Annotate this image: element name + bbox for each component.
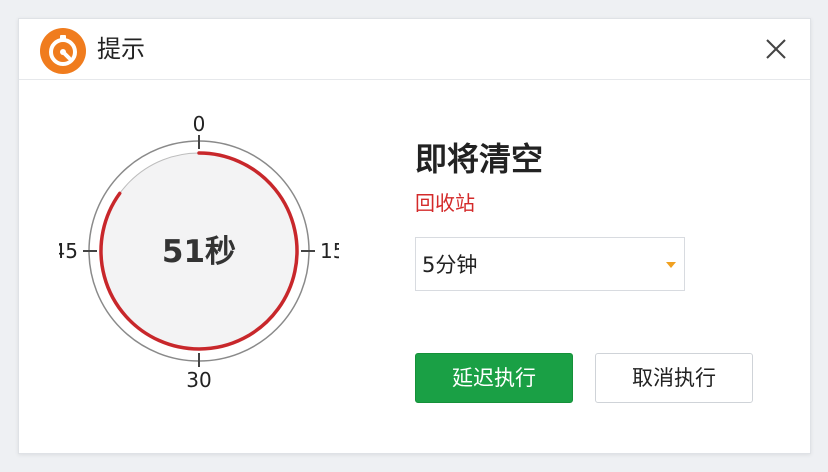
countdown-clock: 0 15 30 45 51秒 <box>59 112 339 391</box>
countdown-seconds: 51秒 <box>162 234 236 270</box>
dropdown-caret-icon <box>666 262 676 268</box>
delay-duration-value: 5分钟 <box>422 253 478 277</box>
tick-label-left: 45 <box>59 239 78 263</box>
tick-label-right: 15 <box>320 239 339 263</box>
tick-label-top: 0 <box>193 112 206 136</box>
close-icon[interactable] <box>760 33 792 65</box>
dialog-titlebar: 提示 <box>19 19 810 80</box>
cancel-execute-button[interactable]: 取消执行 <box>595 353 753 403</box>
action-headline: 即将清空 <box>415 140 544 178</box>
tick-label-bottom: 30 <box>186 368 211 391</box>
recycle-timer-logo-icon <box>40 28 86 74</box>
delay-execute-button[interactable]: 延迟执行 <box>415 353 573 403</box>
cleanup-prompt-dialog: 提示 0 15 30 45 51秒 即将清空 回收站 5分钟 延迟执行 取消执行 <box>18 18 811 454</box>
dialog-title: 提示 <box>97 35 145 63</box>
delay-duration-select[interactable]: 5分钟 <box>415 237 685 291</box>
target-name: 回收站 <box>415 191 475 215</box>
